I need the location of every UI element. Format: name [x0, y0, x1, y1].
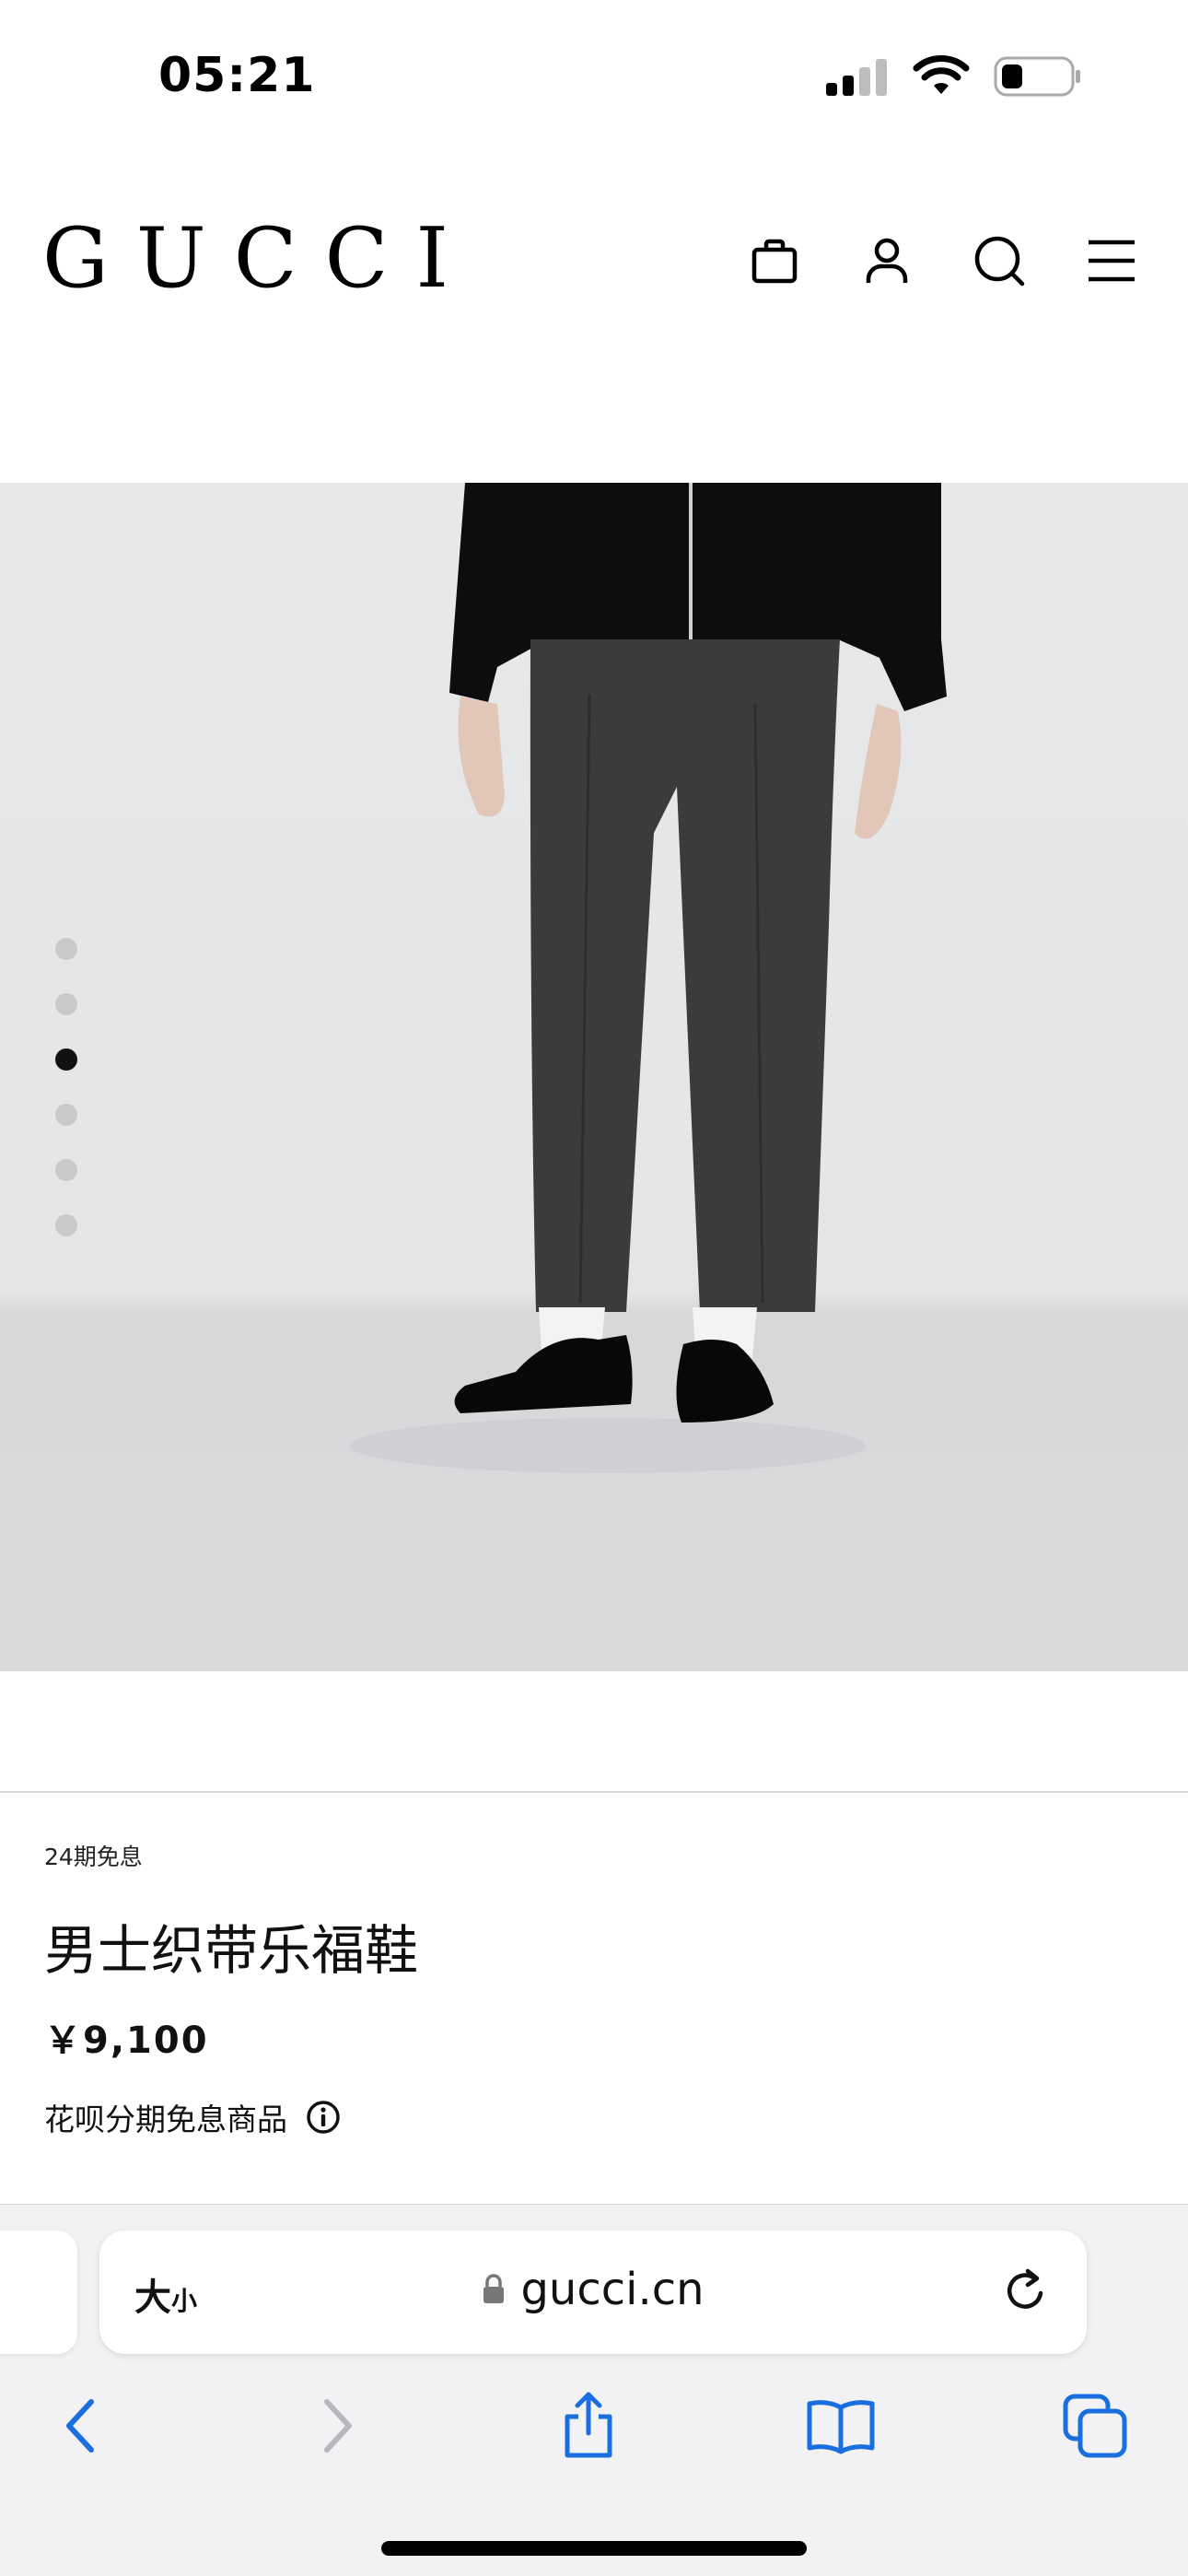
carousel-dot[interactable]: [55, 1159, 77, 1181]
tabs-icon[interactable]: [1054, 2384, 1136, 2467]
product-photo-illustration: [350, 483, 947, 1473]
status-bar: 05:21: [0, 0, 1188, 157]
lock-icon: [483, 2274, 505, 2303]
screen: 05:21 GUCCI 24期免息 男士织带乐福鞋 ￥9,100 花呗分期免息商…: [0, 0, 1188, 2576]
wifi-icon: [913, 55, 970, 94]
site-header: GUCCI: [0, 184, 1188, 341]
status-time: 05:21: [158, 48, 316, 103]
browser-toolbar: 大小 gucci.cn: [0, 2204, 1188, 2576]
bookmarks-icon[interactable]: [799, 2384, 882, 2467]
carousel-dot[interactable]: [55, 1104, 77, 1126]
section-divider: [0, 1791, 1188, 1793]
browser-nav-row: [0, 2384, 1188, 2476]
carousel-dots: [55, 938, 77, 1236]
home-indicator[interactable]: [381, 2541, 807, 2556]
menu-icon[interactable]: [1081, 230, 1142, 291]
carousel-dot[interactable]: [55, 1214, 77, 1236]
share-icon[interactable]: [547, 2384, 630, 2467]
reload-icon[interactable]: [1000, 2266, 1052, 2321]
forward-icon[interactable]: [297, 2384, 379, 2467]
shopping-bag-icon[interactable]: [744, 230, 805, 291]
product-info: 24期免息 男士织带乐福鞋 ￥9,100 花呗分期免息商品: [44, 1839, 1149, 2139]
address-bar[interactable]: 大小 gucci.cn: [99, 2231, 1087, 2354]
previous-tab-preview[interactable]: [0, 2231, 77, 2354]
search-icon[interactable]: [969, 230, 1030, 291]
brand-logo[interactable]: GUCCI: [42, 210, 476, 307]
product-title: 男士织带乐福鞋: [44, 1919, 419, 1982]
installment-row: 花呗分期免息商品: [44, 2095, 1149, 2139]
info-icon[interactable]: [306, 2100, 341, 2135]
carousel-dot[interactable]: [55, 993, 77, 1015]
installment-text: 花呗分期免息商品: [44, 2102, 287, 2137]
cellular-signal-icon: [826, 59, 887, 96]
carousel-dot[interactable]: [55, 938, 77, 960]
header-icons: [744, 230, 1142, 291]
url-display: gucci.cn: [99, 2264, 1087, 2315]
status-icons: [824, 55, 1082, 98]
product-price: ￥9,100: [44, 2020, 209, 2062]
product-image[interactable]: [0, 483, 1188, 1671]
url-text: gucci.cn: [520, 2264, 705, 2315]
account-icon[interactable]: [856, 230, 917, 291]
battery-icon: [994, 56, 1080, 97]
carousel-dot-active[interactable]: [55, 1048, 77, 1071]
installment-badge: 24期免息: [44, 1844, 143, 1870]
back-icon[interactable]: [39, 2384, 122, 2467]
